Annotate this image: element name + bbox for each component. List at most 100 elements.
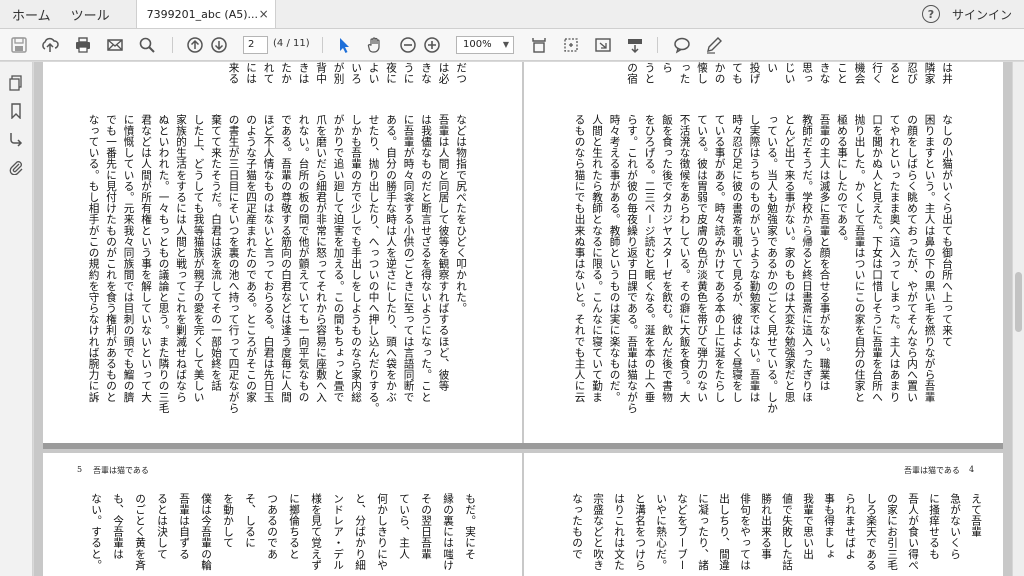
text-column: なったもので [571,493,583,560]
text-column: 人間と生れたら教師となるに限る。こんなに寝ていて勤ま [591,114,603,403]
zoom-in-icon[interactable] [422,35,442,55]
zoom-value: 100% [463,39,492,50]
toolbar-separator [172,37,173,53]
page-separator [43,443,1003,449]
text-column: も、今吾輩は [112,493,124,560]
toolbar-separator [657,37,658,53]
text-column: えて吾輩 [970,493,982,538]
text-column: いやに熱心だ。 [655,493,667,571]
text-column-fragment: かの [713,62,726,85]
text-column-fragment: じい [783,62,796,85]
vertical-scrollbar[interactable] [1012,62,1024,576]
text-column: ある。自分の勝手な時は人を逆さにしたり、頭へ袋をかぶ [385,114,397,403]
zoom-out-icon[interactable] [398,35,418,55]
comment-icon[interactable] [672,35,692,55]
paperclip-icon[interactable] [7,158,25,176]
text-column: 何かしきりにや [376,493,388,571]
text-column: 俳句をやっては [739,493,751,571]
running-head: 吾輩は猫である [93,466,149,475]
zoom-dropdown[interactable]: 100% ▼ [456,36,514,54]
text-column: てやれといったまま奥へ這入ってしまった。主人はあまり [888,114,901,403]
text-column: らす。これが彼の毎夜繰り返す日課である。吾輩は猫ながら [626,114,638,414]
text-column-fragment: きな [420,62,432,85]
pen-icon[interactable] [704,35,724,55]
text-column-fragment: ると [888,62,901,85]
text-column: でも一番先に見付けたものがこれを食う権利があるものと [105,114,117,403]
text-column: 勝れ出来る事 [760,493,772,560]
top-tab-bar: ホーム ツール 7399201_abc (A5)... × ? サインイン [0,0,1024,29]
save-icon[interactable] [9,35,29,55]
text-column: 時々考える事がある。教師というものは実に楽なものだ。 [608,114,621,403]
text-column: っている。当人も勉強家であるかのごとく見せている。しか [766,114,778,414]
document-view[interactable]: だつ は必 きな うに 夜に よい いろ が別 背中 きは たか れて には 来る などは物指で尻ぺたをひ… [34,62,1012,576]
pages-icon[interactable] [7,74,25,92]
text-column: をひろげる。二三ページ読むと眠くなる。涎を本の上へ垂 [643,114,656,403]
text-column-fragment: は必 [437,62,450,85]
mail-icon[interactable] [105,35,125,55]
full-screen-icon[interactable] [593,35,613,55]
page-lower-right: 吾輩は猫である 4 えて吾輩 急がないくら に掻痒せるも 吾人が食い得ぺ の家にお引三毛… [524,453,1003,576]
text-column: 縁の裏には嗤け [442,493,454,571]
text-column: などをブーブー [676,493,688,571]
text-column: に凝ったり、諸 [697,493,709,571]
text-column: しかも吾輩の方で少しでも手出しをしようものなら家内総 [350,114,362,403]
text-column: ほど不人情なものはないと言っておらるる。白君は先日玉 [262,114,275,403]
print-icon[interactable] [73,35,93,55]
hand-icon[interactable] [365,35,385,55]
search-icon[interactable] [137,35,157,55]
text-column: せたり、抛り出したり、へっついの中へ押し込んだりする。 [367,114,380,414]
text-column: 様を見て覚えず [310,493,322,571]
prev-page-icon[interactable] [185,35,205,55]
text-column: しろ楽天である [865,493,877,571]
text-column: し実際はうちのものがいうような勤勉家ではない。吾輩は [748,114,761,403]
menu-tools[interactable]: ツール [61,0,120,28]
document-tab[interactable]: 7399201_abc (A5)... × [135,0,276,28]
bookmark-icon[interactable] [7,102,25,120]
text-column: つあるのであ [266,493,278,560]
text-column: 吾輩は人間と同居して彼等を観察すればするほど、彼等 [437,114,450,392]
text-column: ない。すると。 [90,493,102,571]
text-column-fragment: には [245,62,257,85]
text-column: に掻痒せるも [928,493,940,560]
crop-icon[interactable] [561,35,581,55]
scrollbar-thumb[interactable] [1015,272,1022,332]
text-column-fragment: 投げ [748,62,761,85]
select-arrow-icon[interactable] [334,35,354,55]
read-mode-icon[interactable] [625,35,645,55]
text-column: られませばよ [844,493,856,560]
text-column: 時々忍び足に彼の書斎を覗いて見るが、彼はよく昼寝をし [731,114,743,403]
text-column-fragment: うに [402,62,415,85]
attachments-icon[interactable] [7,130,25,148]
text-column-fragment: 思っ [801,62,813,85]
menu-home[interactable]: ホーム [0,0,61,28]
text-column: を動かして [222,493,234,549]
text-column-fragment: たか [280,62,292,85]
text-column-fragment: 来る [227,62,240,85]
text-column: 口を聞かぬ人と見えた。下女は口惜しそうに吾輩を台所へ [871,114,883,403]
text-column: 不活溌な徴候をあらわしている。その癖に大飯を食う。大 [678,114,691,403]
text-column: 値で失敗した話 [781,493,793,571]
signin-link[interactable]: サインイン [952,0,1024,28]
text-column-fragment: れて [262,62,275,85]
text-column: 君などは人間が所有権という事を解していないといって大 [140,114,152,403]
text-column-fragment: いろ [350,62,362,85]
text-column: 困りますという。主人は鼻の下の黒い毛を撚りながら吾輩 [923,114,936,403]
page-number: 5 [77,465,83,474]
text-column-fragment: ら [661,62,673,74]
page-number-input[interactable]: 2 [243,36,268,54]
upload-icon[interactable] [40,35,60,55]
text-column: に擲倫ちると [288,493,300,560]
text-column-fragment: きは [297,62,310,85]
text-column: の家にお引三毛 [886,493,898,571]
text-column: ぬといわれた。一々もっともの議論と思う。また隣りの三毛 [157,114,170,414]
close-tab-icon[interactable]: × [259,7,269,21]
next-page-icon[interactable] [209,35,229,55]
text-column: 吾輩は自ずる [178,493,190,560]
fit-page-icon[interactable] [529,35,549,55]
text-column: 抛り出した。かくして吾輩はついにこの家を自分の住家と [853,114,866,403]
text-column: 事も得ましょ [823,493,835,560]
text-column: ていら、主人 [398,493,410,560]
text-column-fragment: ても [731,62,743,85]
help-icon[interactable]: ? [921,5,940,23]
text-column-fragment: うと [643,62,656,85]
